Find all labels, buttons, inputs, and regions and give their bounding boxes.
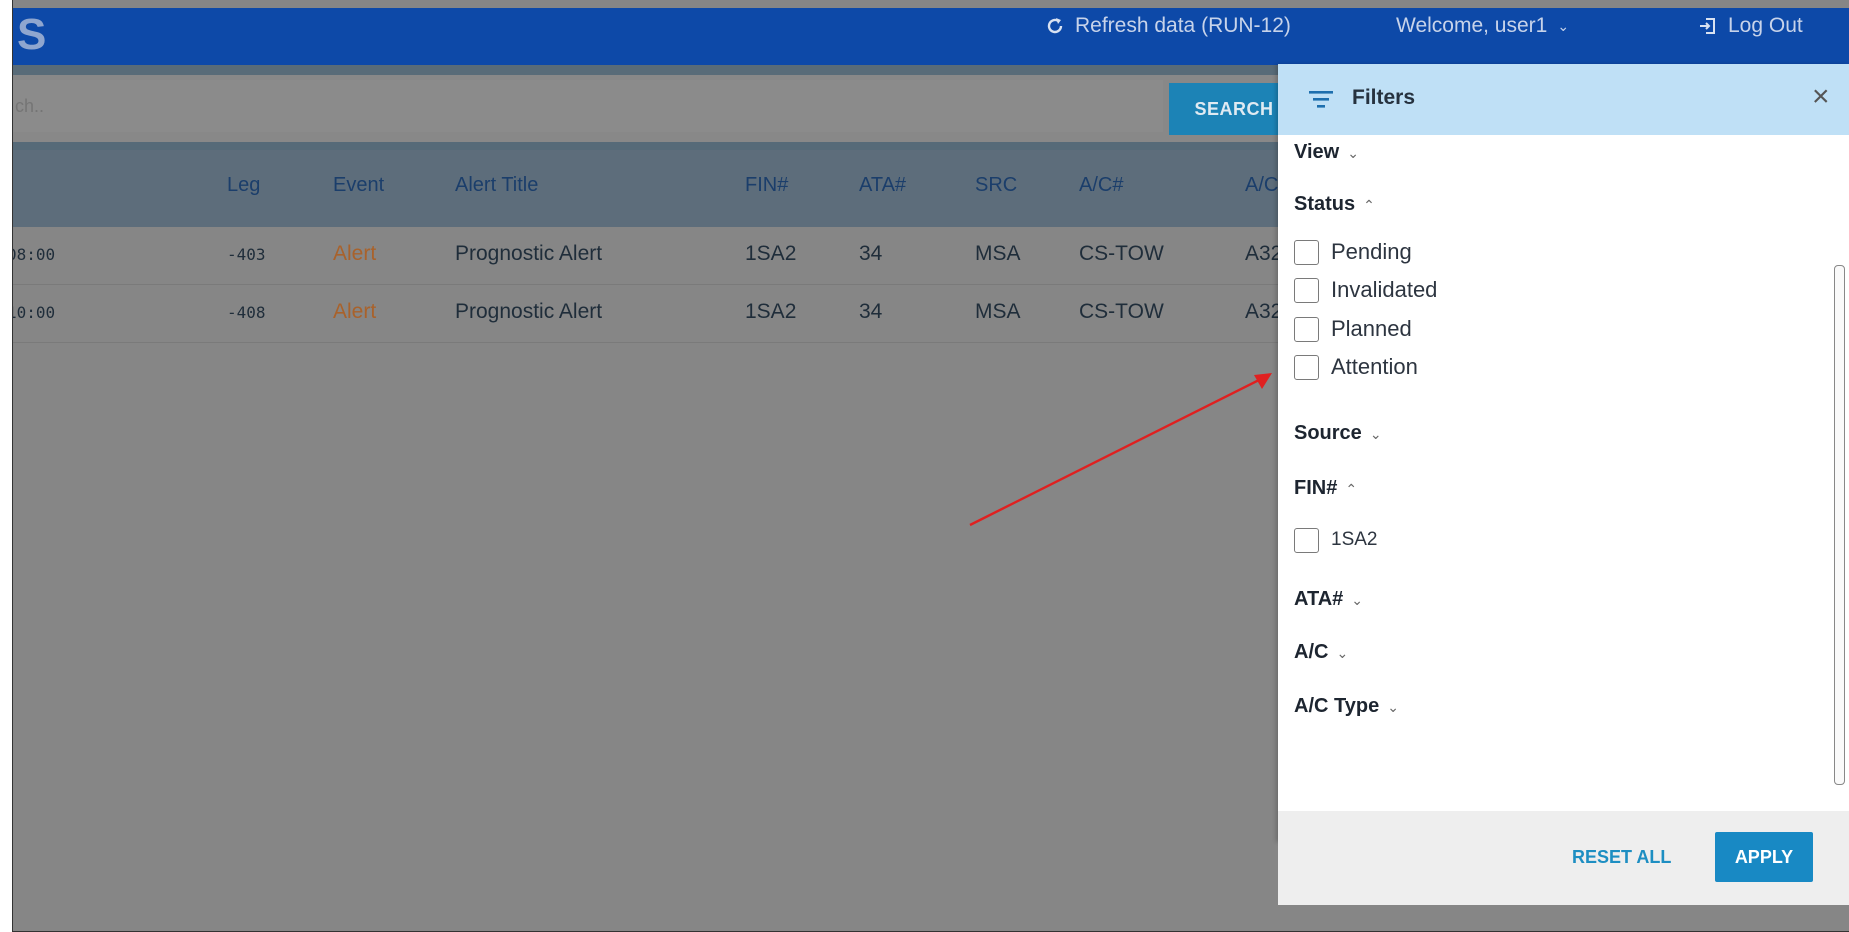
logout-button[interactable]: Log Out [1698, 14, 1803, 38]
refresh-data-button[interactable]: Refresh data (RUN-12) [1045, 14, 1291, 38]
apply-button[interactable]: APPLY [1715, 832, 1813, 882]
column-header-ac[interactable]: A/C [1245, 174, 1278, 197]
chevron-down-icon: ⌄ [1336, 645, 1349, 661]
search-input[interactable] [13, 80, 1163, 132]
cell-alert-title: Prognostic Alert [455, 242, 603, 265]
cell-ac-type: A32 [1245, 300, 1283, 323]
section-actype-label: A/C Type [1294, 695, 1380, 717]
chevron-down-icon: ⌄ [1351, 592, 1363, 608]
section-ata-toggle[interactable]: ATA# ⌄ [1294, 588, 1363, 611]
annotation-arrow [969, 373, 1272, 527]
cell-fin: 1SA2 [745, 300, 797, 323]
cell-src: MSA [975, 242, 1021, 265]
welcome-label: Welcome, user1 [1396, 14, 1548, 37]
column-header-src[interactable]: SRC [975, 174, 1017, 197]
column-header-fin[interactable]: FIN# [745, 174, 788, 197]
cell-ac-number: CS-TOW [1079, 242, 1164, 265]
cell-ac-type: A32 [1245, 242, 1283, 265]
status-option-invalidated[interactable]: Invalidated [1294, 275, 1437, 305]
section-view-toggle[interactable]: View ⌄ [1294, 141, 1359, 164]
cell-fin: 1SA2 [745, 242, 797, 265]
cell-time: 10:00 [13, 303, 56, 322]
chevron-down-icon: ⌄ [1369, 426, 1382, 442]
filter-icon [1309, 91, 1333, 108]
cell-leg: -403 [227, 245, 266, 264]
checkbox[interactable] [1294, 277, 1319, 303]
section-actype-toggle[interactable]: A/C Type ⌄ [1294, 695, 1399, 718]
section-status-toggle[interactable]: Status ⌃ [1294, 193, 1375, 216]
section-source-toggle[interactable]: Source ⌄ [1294, 422, 1382, 445]
checkbox[interactable] [1294, 239, 1319, 265]
cell-alert-title: Prognostic Alert [455, 300, 603, 323]
refresh-icon [1047, 18, 1063, 34]
cell-leg: -408 [227, 303, 266, 322]
cell-event: Alert [333, 242, 377, 265]
section-fin-toggle[interactable]: FIN# ⌃ [1294, 477, 1357, 500]
section-ac-toggle[interactable]: A/C ⌄ [1294, 641, 1348, 664]
chevron-up-icon: ⌃ [1345, 481, 1358, 497]
top-navigation-bar: S Refresh data (RUN-12) Welcome, user1 ⌄… [13, 8, 1849, 65]
checkbox-label: 1SA2 [1331, 529, 1378, 550]
chevron-down-icon: ⌄ [1347, 145, 1359, 161]
status-option-attention[interactable]: Attention [1294, 352, 1418, 382]
status-option-planned[interactable]: Planned [1294, 314, 1412, 344]
checkbox-label: Pending [1331, 239, 1412, 264]
column-header-alert-title[interactable]: Alert Title [455, 174, 538, 197]
status-option-pending[interactable]: Pending [1294, 237, 1412, 267]
section-ata-label: ATA# [1294, 588, 1344, 610]
checkbox-label: Planned [1331, 316, 1412, 341]
cell-ata: 34 [859, 300, 883, 323]
cell-src: MSA [975, 300, 1021, 323]
column-header-ac-number[interactable]: A/C# [1079, 174, 1123, 197]
section-source-label: Source [1294, 422, 1362, 444]
checkbox[interactable] [1294, 316, 1319, 342]
column-header-ata[interactable]: ATA# [859, 174, 906, 197]
reset-all-button[interactable]: RESET ALL [1572, 847, 1671, 868]
fin-option-1sa2[interactable]: 1SA2 [1294, 525, 1377, 555]
section-fin-label: FIN# [1294, 477, 1338, 499]
cell-event: Alert [333, 300, 377, 323]
filters-title: Filters [1352, 86, 1416, 109]
section-status-label: Status [1294, 193, 1356, 215]
section-view-label: View [1294, 141, 1340, 163]
filters-panel: Filters × View ⌄ Status ⌃ Pending Invalida… [1278, 64, 1849, 905]
checkbox[interactable] [1294, 354, 1319, 380]
user-menu[interactable]: Welcome, user1 ⌄ [1396, 14, 1569, 38]
chevron-up-icon: ⌃ [1363, 197, 1375, 213]
checkbox-label: Invalidated [1331, 277, 1438, 302]
cell-ata: 34 [859, 242, 883, 265]
checkbox[interactable] [1294, 527, 1319, 553]
app-logo: S [17, 10, 47, 59]
logout-label: Log Out [1728, 14, 1803, 37]
section-ac-label: A/C [1294, 641, 1329, 663]
logout-icon [1700, 18, 1715, 34]
checkbox-label: Attention [1331, 354, 1418, 379]
close-icon[interactable]: × [1812, 80, 1830, 114]
chevron-down-icon: ⌄ [1557, 17, 1570, 34]
filters-panel-body: View ⌄ Status ⌃ Pending Invalidated Planne… [1278, 135, 1849, 811]
column-header-event[interactable]: Event [333, 174, 384, 197]
cell-ac-number: CS-TOW [1079, 300, 1164, 323]
column-header-leg[interactable]: Leg [227, 174, 260, 197]
filters-panel-header: Filters × [1278, 64, 1849, 135]
refresh-data-label: Refresh data (RUN-12) [1075, 14, 1291, 37]
chevron-down-icon: ⌄ [1387, 699, 1399, 715]
scrollbar-thumb[interactable] [1834, 265, 1845, 785]
filters-panel-footer: RESET ALL APPLY [1278, 811, 1849, 905]
cell-time: 08:00 [13, 245, 56, 264]
